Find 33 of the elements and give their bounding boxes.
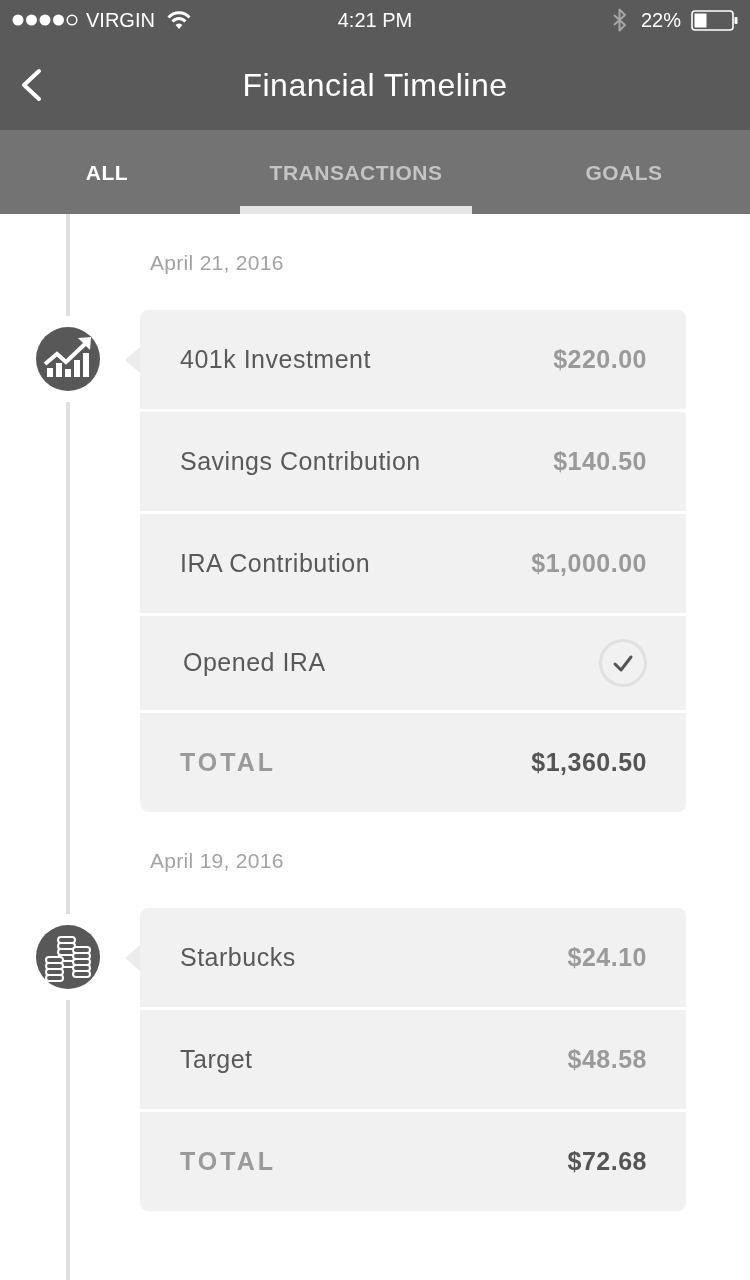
transaction-row[interactable]: Savings Contribution $140.50	[140, 412, 686, 511]
milestone-label: Opened IRA	[183, 647, 326, 679]
status-time: 4:21 PM	[337, 10, 413, 30]
battery-icon	[691, 9, 738, 31]
signal-dots-icon	[12, 14, 78, 26]
wifi-icon	[166, 11, 191, 29]
transaction-label: Target	[180, 1043, 253, 1075]
date-label: April 19, 2016	[150, 848, 284, 874]
screen-title: Financial Timeline	[241, 69, 509, 101]
total-amount: $72.68	[567, 1145, 647, 1177]
transaction-amount: $1,000.00	[531, 547, 647, 579]
chevron-left-icon	[20, 68, 42, 102]
transaction-label: Starbucks	[180, 941, 296, 973]
bluetooth-icon	[611, 8, 627, 32]
transaction-amount: $140.50	[553, 445, 647, 477]
transaction-row[interactable]: IRA Contribution $1,000.00	[140, 514, 686, 613]
transaction-row[interactable]: Starbucks $24.10	[140, 908, 686, 1007]
total-amount: $1,360.50	[531, 746, 647, 778]
tab[interactable]: ALL	[0, 130, 214, 214]
date-label: April 21, 2016	[150, 250, 284, 276]
total-label: TOTAL	[180, 746, 276, 778]
carrier-name: VIRGIN	[86, 10, 155, 30]
transaction-row[interactable]: 401k Investment $220.00	[140, 310, 686, 409]
transaction-label: Savings Contribution	[180, 445, 421, 477]
transaction-amount: $24.10	[567, 941, 647, 973]
transaction-row[interactable]: Target $48.58	[140, 1010, 686, 1109]
milestone-row[interactable]: Opened IRA	[140, 616, 686, 710]
transaction-amount: $220.00	[553, 343, 647, 375]
transaction-amount: $48.58	[567, 1043, 647, 1075]
total-label: TOTAL	[180, 1145, 276, 1177]
transaction-label: IRA Contribution	[180, 547, 371, 579]
battery-percent: 22%	[640, 10, 681, 30]
transaction-label: 401k Investment	[180, 343, 371, 375]
